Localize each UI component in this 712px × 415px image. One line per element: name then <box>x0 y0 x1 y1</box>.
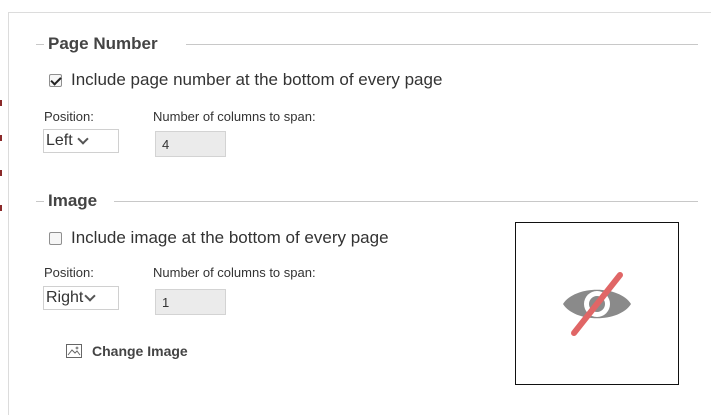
page-number-divider <box>186 44 698 45</box>
page-number-section-title: Page Number <box>48 34 158 53</box>
image-columns-value: 1 <box>162 294 170 310</box>
image-preview <box>515 222 679 385</box>
change-image-button[interactable]: Change Image <box>66 343 188 359</box>
left-edge-marks <box>0 100 2 220</box>
image-icon <box>66 344 82 358</box>
include-page-number-checkbox[interactable] <box>49 73 62 87</box>
image-position-select[interactable]: Right <box>43 286 119 310</box>
image-position-label: Position: <box>44 265 94 280</box>
page-number-columns-value: 4 <box>162 136 170 152</box>
image-section-title: Image <box>48 191 98 210</box>
include-image-label: Include image at the bottom of every pag… <box>71 228 389 247</box>
page-number-position-label: Position: <box>44 109 94 124</box>
include-page-number-label: Include page number at the bottom of eve… <box>71 70 443 89</box>
page-number-position-value: Left <box>46 132 73 149</box>
image-position-value: Right <box>46 289 84 306</box>
include-image-row[interactable]: Include image at the bottom of every pag… <box>49 227 389 249</box>
eye-slash-icon <box>563 271 631 336</box>
page-number-columns-field[interactable]: 4 <box>155 131 226 157</box>
image-columns-label: Number of columns to span: <box>153 265 316 280</box>
page-number-position-select[interactable]: Left <box>43 129 119 153</box>
chevron-down-icon <box>84 290 97 302</box>
image-columns-field[interactable]: 1 <box>155 289 226 315</box>
image-divider <box>114 201 698 202</box>
include-image-checkbox[interactable] <box>49 231 62 245</box>
change-image-label: Change Image <box>92 343 188 359</box>
page-number-legend: Page Number <box>36 34 158 54</box>
page-number-columns-label: Number of columns to span: <box>153 109 316 124</box>
include-page-number-row[interactable]: Include page number at the bottom of eve… <box>49 69 442 91</box>
chevron-down-icon <box>77 133 89 145</box>
image-legend: Image <box>36 191 97 211</box>
